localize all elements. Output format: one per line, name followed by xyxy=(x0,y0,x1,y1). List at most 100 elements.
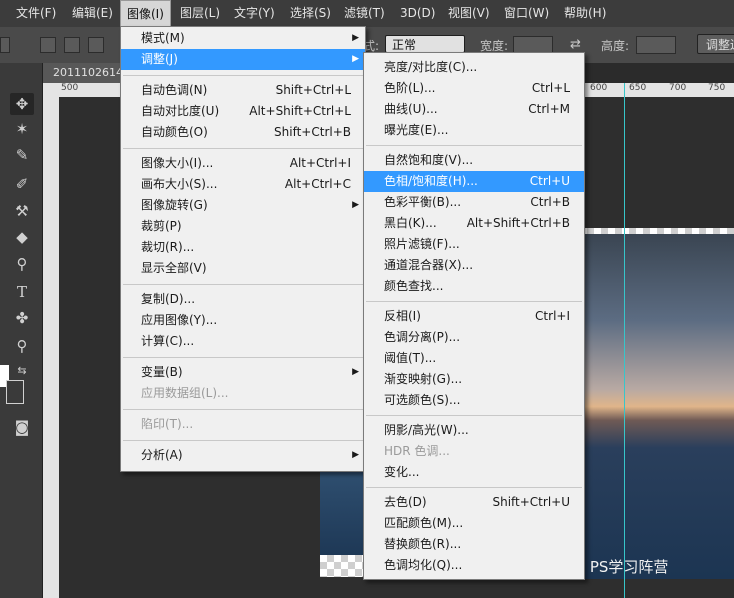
menu-item[interactable]: 色调均化(Q)... xyxy=(364,555,584,576)
height-field[interactable] xyxy=(636,36,676,54)
menu-item[interactable]: 阈值(T)... xyxy=(364,348,584,369)
paint-bucket-icon[interactable]: ◆ xyxy=(10,226,34,248)
menu-item[interactable]: 自然饱和度(V)... xyxy=(364,150,584,171)
menu-separator xyxy=(366,145,582,146)
brush-icon[interactable]: ✐ xyxy=(10,173,34,195)
menu-item-label: 图像旋转(G) xyxy=(141,198,208,212)
menu-bar: 文件(F) 编辑(E) 图像(I) 图层(L) 文字(Y) 选择(S) 滤镜(T… xyxy=(0,0,734,27)
move-tool-icon[interactable]: ✥ xyxy=(10,93,34,115)
menu-item-label: 分析(A) xyxy=(141,448,183,462)
vertical-ruler xyxy=(43,83,59,598)
menu-edit[interactable]: 编辑(E) xyxy=(66,0,119,27)
menu-item[interactable]: 显示全部(V) xyxy=(121,258,365,279)
menu-image[interactable]: 图像(I) xyxy=(120,0,171,27)
menu-item[interactable]: 照片滤镜(F)... xyxy=(364,234,584,255)
history-brush-icon[interactable]: ⚒ xyxy=(10,200,34,222)
swap-colors-icon[interactable]: ⇆ xyxy=(10,360,34,382)
menu-item[interactable]: 画布大小(S)... Alt+Ctrl+C xyxy=(121,174,365,195)
ruler-label: 750 xyxy=(708,83,726,93)
menu-item: 陷印(T)... xyxy=(121,414,365,435)
menu-item-label: 渐变映射(G)... xyxy=(384,372,463,386)
submenu-arrow-icon: ▶ xyxy=(352,200,359,210)
swap-icon[interactable]: ⇄ xyxy=(570,37,581,52)
add-selection-icon[interactable] xyxy=(64,37,80,53)
menu-item[interactable]: 复制(D)... xyxy=(121,289,365,310)
menu-separator xyxy=(123,284,363,285)
background-color-swatch[interactable] xyxy=(6,380,24,404)
menu-item[interactable]: 自动颜色(O) Shift+Ctrl+B xyxy=(121,122,365,143)
new-selection-icon[interactable] xyxy=(40,37,56,53)
menu-item[interactable]: 黑白(K)... Alt+Shift+Ctrl+B xyxy=(364,213,584,234)
menu-item[interactable]: 图像大小(I)... Alt+Ctrl+I xyxy=(121,153,365,174)
menu-item[interactable]: 分析(A) ▶ xyxy=(121,445,365,466)
submenu-arrow-icon: ▶ xyxy=(352,54,359,64)
menu-item[interactable]: 曲线(U)... Ctrl+M xyxy=(364,99,584,120)
menu-item[interactable]: 计算(C)... xyxy=(121,331,365,352)
menu-item[interactable]: 色彩平衡(B)... Ctrl+B xyxy=(364,192,584,213)
menu-item-label: 陷印(T)... xyxy=(141,417,194,431)
menu-help[interactable]: 帮助(H) xyxy=(558,0,612,27)
menu-item[interactable]: 匹配颜色(M)... xyxy=(364,513,584,534)
menu-item[interactable]: 应用图像(Y)... xyxy=(121,310,365,331)
menu-item[interactable]: 颜色查找... xyxy=(364,276,584,297)
menu-item[interactable]: 通道混合器(X)... xyxy=(364,255,584,276)
document-tab[interactable]: 20111026141 xyxy=(43,63,130,83)
menu-file[interactable]: 文件(F) xyxy=(10,0,62,27)
menu-item-label: 色相/饱和度(H)... xyxy=(384,174,478,188)
menu-type[interactable]: 文字(Y) xyxy=(228,0,281,27)
menu-item[interactable]: 可选颜色(S)... xyxy=(364,390,584,411)
menu-item[interactable]: 亮度/对比度(C)... xyxy=(364,57,584,78)
guide-line[interactable] xyxy=(624,83,625,598)
ruler-label: 500 xyxy=(61,83,79,93)
menu-item-label: 匹配颜色(M)... xyxy=(384,516,464,530)
menu-item[interactable]: 色调分离(P)... xyxy=(364,327,584,348)
menu-item[interactable]: 自动对比度(U) Alt+Shift+Ctrl+L xyxy=(121,101,365,122)
menu-item[interactable]: 自动色调(N) Shift+Ctrl+L xyxy=(121,80,365,101)
refine-edge-button[interactable]: 调整边 xyxy=(697,34,734,54)
menu-item[interactable]: 色阶(L)... Ctrl+L xyxy=(364,78,584,99)
quick-mask-icon[interactable]: ◙ xyxy=(10,416,34,438)
custom-shape-icon[interactable]: ✤ xyxy=(10,307,34,329)
menu-select[interactable]: 选择(S) xyxy=(284,0,337,27)
menu-item[interactable]: 变量(B) ▶ xyxy=(121,362,365,383)
menu-item[interactable]: 阴影/高光(W)... xyxy=(364,420,584,441)
style-select[interactable]: 正常 xyxy=(385,35,465,53)
menu-filter[interactable]: 滤镜(T) xyxy=(338,0,391,27)
menu-item-label: 复制(D)... xyxy=(141,292,196,306)
zoom-icon[interactable]: ⚲ xyxy=(10,335,34,357)
menu-item-shortcut: Shift+Ctrl+L xyxy=(275,83,351,97)
menu-layer[interactable]: 图层(L) xyxy=(174,0,226,27)
magic-wand-icon[interactable]: ✶ xyxy=(10,118,34,140)
eyedropper-icon[interactable]: ✎ xyxy=(10,144,34,166)
menu-item[interactable]: 渐变映射(G)... xyxy=(364,369,584,390)
subtract-selection-icon[interactable] xyxy=(88,37,104,53)
menu-item[interactable]: 色相/饱和度(H)... Ctrl+U xyxy=(364,171,584,192)
transparent-area xyxy=(320,555,365,577)
menu-item[interactable]: 调整(J) ▶ xyxy=(121,49,365,70)
menu-item[interactable]: 图像旋转(G) ▶ xyxy=(121,195,365,216)
menu-item[interactable]: 裁切(R)... xyxy=(121,237,365,258)
menu-item[interactable]: 裁剪(P) xyxy=(121,216,365,237)
menu-item-shortcut: Alt+Ctrl+I xyxy=(289,156,351,170)
menu-3d[interactable]: 3D(D) xyxy=(394,0,441,27)
menu-window[interactable]: 窗口(W) xyxy=(498,0,555,27)
menu-item-label: 通道混合器(X)... xyxy=(384,258,474,272)
menu-item[interactable]: 替换颜色(R)... xyxy=(364,534,584,555)
dodge-icon[interactable]: ⚲ xyxy=(10,253,34,275)
menu-item[interactable]: 去色(D) Shift+Ctrl+U xyxy=(364,492,584,513)
type-tool-icon[interactable]: T xyxy=(10,281,34,303)
menu-item[interactable]: 变化... xyxy=(364,462,584,483)
submenu-arrow-icon: ▶ xyxy=(352,367,359,377)
adjustments-submenu: 亮度/对比度(C)... 色阶(L)... Ctrl+L 曲线(U)... Ctrl+M… xyxy=(363,52,585,580)
menu-item-shortcut: Alt+Shift+Ctrl+B xyxy=(466,216,570,230)
menu-item[interactable]: 反相(I) Ctrl+I xyxy=(364,306,584,327)
selection-mode-icon[interactable] xyxy=(0,37,10,53)
menu-item[interactable]: 曝光度(E)... xyxy=(364,120,584,141)
menu-item-label: 照片滤镜(F)... xyxy=(384,237,460,251)
sunset-photo[interactable] xyxy=(580,234,734,579)
menu-item-label: 调整(J) xyxy=(141,52,178,66)
menu-item-label: 变量(B) xyxy=(141,365,183,379)
menu-view[interactable]: 视图(V) xyxy=(442,0,496,27)
menu-item-label: 应用图像(Y)... xyxy=(141,313,218,327)
menu-item[interactable]: 模式(M) ▶ xyxy=(121,28,365,49)
